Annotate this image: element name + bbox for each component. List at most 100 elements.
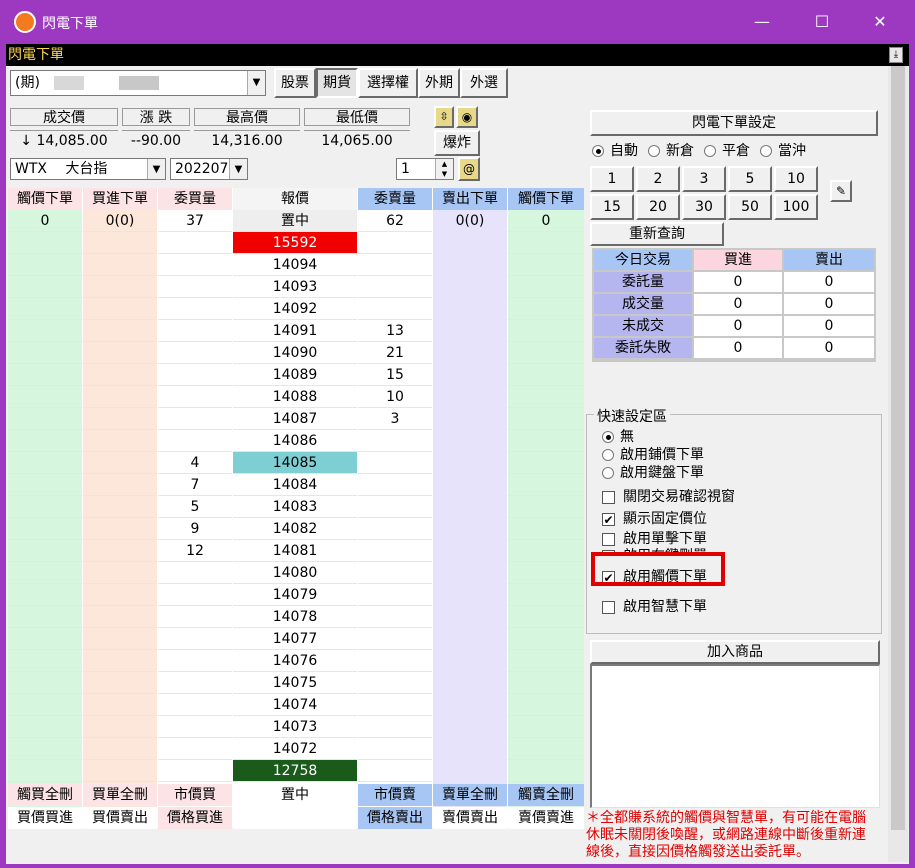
- product-list[interactable]: [590, 664, 880, 808]
- delete-all-trigger-sell-button[interactable]: 觸賣全刪: [508, 784, 584, 806]
- market-sell-button[interactable]: 市價賣: [358, 784, 432, 806]
- quantity-stepper[interactable]: 1 ▲ ▼: [396, 158, 454, 180]
- buy-order-cell[interactable]: [83, 232, 157, 254]
- up-down-icon[interactable]: ⇳: [434, 106, 454, 128]
- sell-order-cell[interactable]: [433, 452, 507, 474]
- trigger-buy-cell[interactable]: [8, 386, 82, 408]
- quantity-button[interactable]: 1: [590, 166, 634, 192]
- trigger-buy-cell[interactable]: [8, 694, 82, 716]
- mode-new[interactable]: 新倉: [648, 140, 694, 160]
- bid-price-buy-button[interactable]: 買價買進: [8, 807, 82, 829]
- delete-all-sell-button[interactable]: 賣單全刪: [433, 784, 507, 806]
- trigger-sell-cell[interactable]: [508, 452, 584, 474]
- buy-order-cell[interactable]: [83, 562, 157, 584]
- trigger-buy-count[interactable]: 0: [8, 210, 82, 232]
- quick-radio[interactable]: 啟用鋪價下單: [602, 444, 704, 464]
- center-button[interactable]: 置中: [233, 210, 357, 232]
- tab-futures[interactable]: 期貨: [316, 68, 358, 98]
- mode-daytrade[interactable]: 當沖: [760, 140, 806, 160]
- sell-order-cell[interactable]: [433, 298, 507, 320]
- add-product-button[interactable]: 加入商品: [590, 640, 880, 664]
- trigger-buy-cell[interactable]: [8, 496, 82, 518]
- ask-price-buy-button[interactable]: 賣價賣進: [508, 807, 584, 829]
- trigger-sell-cell[interactable]: [508, 650, 584, 672]
- buy-order-cell[interactable]: [83, 430, 157, 452]
- center-button-bottom[interactable]: 置中: [233, 784, 357, 806]
- quick-checkbox[interactable]: 關閉交易確認視窗: [602, 486, 735, 506]
- quantity-button[interactable]: 5: [728, 166, 772, 192]
- sell-order-cell[interactable]: [433, 496, 507, 518]
- trigger-buy-cell[interactable]: [8, 738, 82, 760]
- sell-order-cell[interactable]: [433, 672, 507, 694]
- mode-close[interactable]: 平倉: [704, 140, 750, 160]
- buy-order-cell[interactable]: [83, 364, 157, 386]
- trigger-sell-cell[interactable]: [508, 518, 584, 540]
- trigger-buy-cell[interactable]: [8, 518, 82, 540]
- sell-order-cell[interactable]: [433, 716, 507, 738]
- quantity-button[interactable]: 10: [774, 166, 818, 192]
- buy-order-cell[interactable]: [83, 254, 157, 276]
- trigger-sell-cell[interactable]: [508, 408, 584, 430]
- trigger-sell-cell[interactable]: [508, 562, 584, 584]
- sell-order-cell[interactable]: [433, 606, 507, 628]
- sell-order-cell[interactable]: [433, 562, 507, 584]
- trigger-buy-cell[interactable]: [8, 298, 82, 320]
- trigger-buy-cell[interactable]: [8, 584, 82, 606]
- buy-order-cell[interactable]: [83, 452, 157, 474]
- buy-order-cell[interactable]: [83, 540, 157, 562]
- trigger-buy-cell[interactable]: [8, 474, 82, 496]
- month-select[interactable]: 202207 ▼: [170, 158, 248, 180]
- sell-order-cell[interactable]: [433, 760, 507, 782]
- trigger-sell-cell[interactable]: [508, 738, 584, 760]
- trigger-sell-cell[interactable]: [508, 430, 584, 452]
- tab-foreign-options[interactable]: 外選: [460, 68, 508, 98]
- trigger-sell-cell[interactable]: [508, 474, 584, 496]
- sell-order-cell[interactable]: [433, 738, 507, 760]
- trigger-sell-cell[interactable]: [508, 694, 584, 716]
- sell-order-cell[interactable]: [433, 232, 507, 254]
- sell-order-cell[interactable]: [433, 584, 507, 606]
- spin-arrows-icon[interactable]: ▲ ▼: [435, 159, 453, 179]
- buy-order-cell[interactable]: [83, 474, 157, 496]
- sell-order-cell[interactable]: [433, 364, 507, 386]
- bid-price-sell-button[interactable]: 買價賣出: [83, 807, 157, 829]
- trigger-buy-cell[interactable]: [8, 364, 82, 386]
- trigger-sell-cell[interactable]: [508, 254, 584, 276]
- scrollbar-thumb[interactable]: [891, 66, 905, 830]
- trigger-sell-cell[interactable]: [508, 540, 584, 562]
- trigger-buy-cell[interactable]: [8, 716, 82, 738]
- quick-radio[interactable]: 啟用鍵盤下單: [602, 462, 704, 482]
- trigger-buy-cell[interactable]: [8, 628, 82, 650]
- trigger-sell-cell[interactable]: [508, 276, 584, 298]
- price-sell-button[interactable]: 價格賣出: [358, 807, 432, 829]
- quick-radio[interactable]: 無: [602, 426, 634, 446]
- tab-stocks[interactable]: 股票: [274, 68, 316, 98]
- trigger-sell-cell[interactable]: [508, 342, 584, 364]
- trigger-sell-count[interactable]: 0: [508, 210, 584, 232]
- trigger-buy-cell[interactable]: [8, 650, 82, 672]
- requery-button[interactable]: 重新查詢: [590, 222, 724, 246]
- buy-order-cell[interactable]: [83, 320, 157, 342]
- buy-order-cell[interactable]: [83, 650, 157, 672]
- buy-order-cell[interactable]: [83, 342, 157, 364]
- sell-order-cell[interactable]: [433, 386, 507, 408]
- sell-order-cell[interactable]: [433, 650, 507, 672]
- trigger-sell-cell[interactable]: [508, 298, 584, 320]
- buy-order-cell[interactable]: [83, 584, 157, 606]
- sell-order-count[interactable]: 0(0): [433, 210, 507, 232]
- trigger-buy-cell[interactable]: [8, 562, 82, 584]
- buy-order-count[interactable]: 0(0): [83, 210, 157, 232]
- minimize-button[interactable]: —: [742, 8, 782, 36]
- quantity-button[interactable]: 15: [590, 194, 634, 220]
- buy-order-cell[interactable]: [83, 694, 157, 716]
- sell-order-cell[interactable]: [433, 276, 507, 298]
- chevron-down-icon[interactable]: ▼: [147, 159, 165, 179]
- trigger-sell-cell[interactable]: [508, 364, 584, 386]
- buy-order-cell[interactable]: [83, 408, 157, 430]
- trigger-sell-cell[interactable]: [508, 232, 584, 254]
- at-icon[interactable]: @: [458, 157, 480, 181]
- close-button[interactable]: ✕: [860, 8, 900, 36]
- ask-price-sell-button[interactable]: 賣價賣出: [433, 807, 507, 829]
- buy-order-cell[interactable]: [83, 496, 157, 518]
- market-buy-button[interactable]: 市價買: [158, 784, 232, 806]
